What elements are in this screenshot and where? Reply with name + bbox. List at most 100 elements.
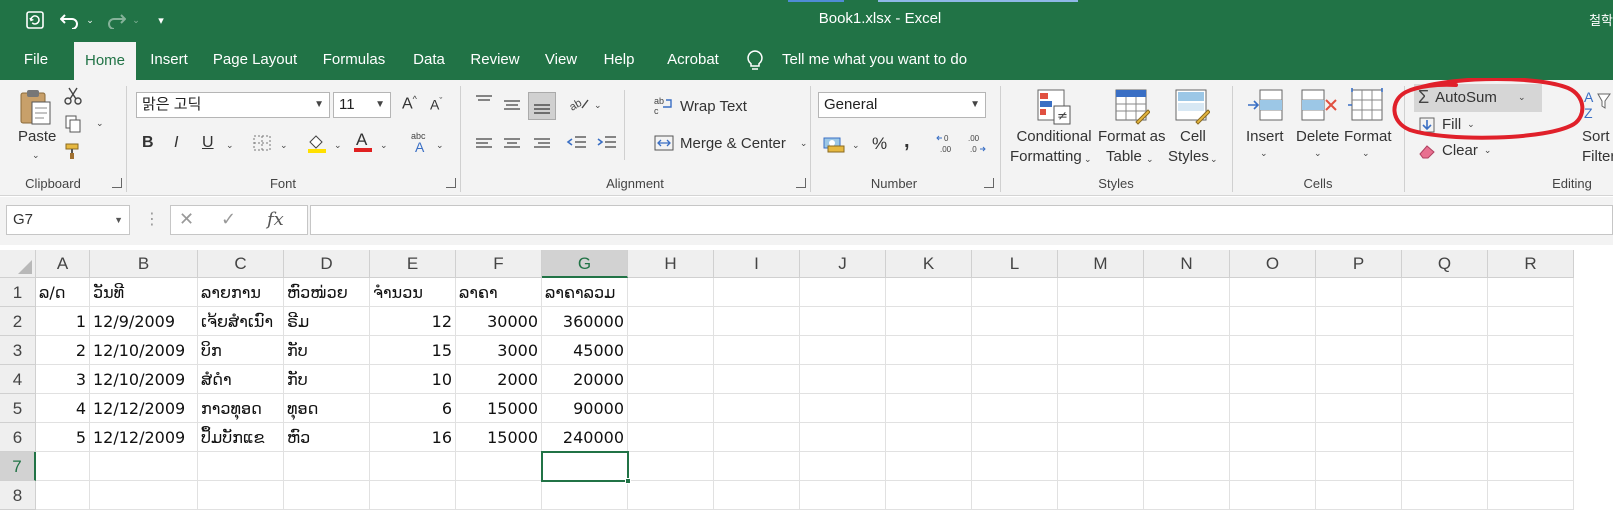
insert-cells-icon[interactable] [1246,88,1284,127]
cell-f6[interactable]: 15000 [456,423,542,452]
cell-d3[interactable]: ກັບ [284,336,370,365]
column-header-h[interactable]: H [628,250,714,278]
cell-n7[interactable] [1144,452,1230,481]
conditional-formatting-line2[interactable]: Formatting [1010,148,1082,165]
cell-g8[interactable] [542,481,628,510]
autosave-icon[interactable] [22,8,48,32]
cell-r5[interactable] [1488,394,1574,423]
merge-dropdown-icon[interactable]: ⌄ [800,138,808,149]
cell-d7[interactable] [284,452,370,481]
insert-dropdown-icon[interactable]: ⌄ [1260,148,1268,159]
cell-k2[interactable] [886,307,972,336]
cell-f3[interactable]: 3000 [456,336,542,365]
cell-l6[interactable] [972,423,1058,452]
cell-b3[interactable]: 12/10/2009 [90,336,198,365]
cell-i1[interactable] [714,278,800,307]
column-header-q[interactable]: Q [1402,250,1488,278]
increase-decimal-icon[interactable]: 0.00 [936,132,958,157]
cell-r2[interactable] [1488,307,1574,336]
cell-e7[interactable] [370,452,456,481]
tab-view[interactable]: View [536,40,586,80]
cell-o7[interactable] [1230,452,1316,481]
accounting-dropdown-icon[interactable]: ⌄ [852,140,860,151]
cell-q1[interactable] [1402,278,1488,307]
column-header-l[interactable]: L [972,250,1058,278]
cell-o3[interactable] [1230,336,1316,365]
tell-me-search[interactable]: Tell me what you want to do [782,40,967,80]
name-box[interactable]: G7 ▼ [6,205,130,235]
cancel-icon[interactable]: ✕ [179,209,194,230]
cell-p1[interactable] [1316,278,1402,307]
align-left-icon[interactable] [474,136,494,155]
clipboard-launcher-icon[interactable] [112,178,122,188]
cell-c4[interactable]: ສໍດຳ [198,365,284,394]
cell-m3[interactable] [1058,336,1144,365]
cell-e5[interactable]: 6 [370,394,456,423]
cell-e2[interactable]: 12 [370,307,456,336]
cell-e6[interactable]: 16 [370,423,456,452]
cell-i2[interactable] [714,307,800,336]
cell-j4[interactable] [800,365,886,394]
cell-l2[interactable] [972,307,1058,336]
column-header-e[interactable]: E [370,250,456,278]
cell-c5[interactable]: ກາວທຸອດ [198,394,284,423]
cell-a7[interactable] [36,452,90,481]
select-all-button[interactable] [0,250,36,278]
format-table-dropdown-icon[interactable]: ⌄ [1146,154,1154,165]
cell-styles-line1[interactable]: Cell [1180,128,1206,145]
orientation-dropdown-icon[interactable]: ⌄ [594,100,602,111]
cell-c8[interactable] [198,481,284,510]
cell-j2[interactable] [800,307,886,336]
tab-file[interactable]: File [10,40,62,80]
cell-q6[interactable] [1402,423,1488,452]
cell-r4[interactable] [1488,365,1574,394]
decrease-decimal-icon[interactable]: .00.0 [964,132,986,157]
cell-n4[interactable] [1144,365,1230,394]
formula-input[interactable] [310,205,1613,235]
copy-dropdown-icon[interactable]: ⌄ [96,118,104,129]
cell-c6[interactable]: ປຶ້ມບັກແຂ [198,423,284,452]
column-header-o[interactable]: O [1230,250,1316,278]
shrink-font-icon[interactable]: Aˇ [430,96,442,113]
cell-p4[interactable] [1316,365,1402,394]
cell-g6[interactable]: 240000 [542,423,628,452]
grow-font-icon[interactable]: A^ [402,94,417,113]
cell-q2[interactable] [1402,307,1488,336]
cell-q3[interactable] [1402,336,1488,365]
column-header-j[interactable]: J [800,250,886,278]
number-launcher-icon[interactable] [984,178,994,188]
cell-k1[interactable] [886,278,972,307]
cell-j8[interactable] [800,481,886,510]
cell-i5[interactable] [714,394,800,423]
accounting-format-icon[interactable] [822,134,846,157]
align-top-icon[interactable] [474,94,494,113]
format-painter-icon[interactable] [64,142,82,163]
column-header-i[interactable]: I [714,250,800,278]
tab-review[interactable]: Review [462,40,528,80]
cell-e8[interactable] [370,481,456,510]
cell-o6[interactable] [1230,423,1316,452]
undo-dropdown-icon[interactable]: ⌄ [84,8,96,32]
cell-h1[interactable] [628,278,714,307]
cell-f5[interactable]: 15000 [456,394,542,423]
format-as-table-icon[interactable] [1114,88,1151,129]
insert-cells-button[interactable]: Insert [1246,128,1284,145]
cell-r7[interactable] [1488,452,1574,481]
cell-b1[interactable]: ວັນທີ [90,278,198,307]
cell-e3[interactable]: 15 [370,336,456,365]
tab-page-layout[interactable]: Page Layout [206,40,304,80]
row-header-1[interactable]: 1 [0,278,36,307]
cell-b2[interactable]: 12/9/2009 [90,307,198,336]
phonetic-guide-icon[interactable]: abc A [410,130,432,157]
cell-p2[interactable] [1316,307,1402,336]
cell-p7[interactable] [1316,452,1402,481]
enter-icon[interactable]: ✓ [221,209,236,230]
paste-button[interactable]: Paste [18,128,56,145]
cell-l5[interactable] [972,394,1058,423]
conditional-dropdown-icon[interactable]: ⌄ [1084,154,1092,165]
cell-k4[interactable] [886,365,972,394]
cell-g2[interactable]: 360000 [542,307,628,336]
cell-n1[interactable] [1144,278,1230,307]
align-center-icon[interactable] [502,136,522,155]
cell-k3[interactable] [886,336,972,365]
